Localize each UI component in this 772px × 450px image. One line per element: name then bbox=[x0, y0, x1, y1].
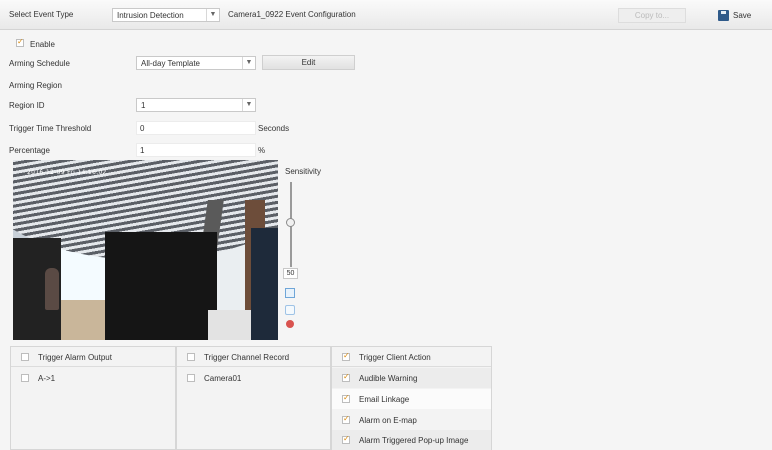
client-action-header-label: Trigger Client Action bbox=[359, 353, 431, 362]
threshold-value: 0 bbox=[140, 124, 145, 133]
event-type-label: Select Event Type bbox=[9, 10, 74, 19]
alarm-output-checkbox[interactable] bbox=[21, 353, 29, 361]
sensitivity-label: Sensitivity bbox=[285, 167, 322, 176]
client-action-item-checkbox[interactable] bbox=[342, 414, 350, 424]
percentage-input[interactable]: 1 bbox=[136, 143, 256, 157]
alarm-output-item-checkbox[interactable] bbox=[21, 374, 29, 382]
region-id-value: 1 bbox=[141, 101, 146, 110]
client-action-panel: Trigger Client Action Audible Warning Em… bbox=[331, 346, 492, 450]
live-preview[interactable]: 2016-12-09 Fri 14:16:02 bbox=[13, 160, 278, 340]
list-item-label: Alarm Triggered Pop-up Image bbox=[359, 436, 469, 445]
threshold-input[interactable]: 0 bbox=[136, 121, 256, 135]
save-button[interactable]: Save bbox=[718, 9, 758, 23]
draw-area-icon[interactable] bbox=[285, 288, 295, 298]
channel-record-header: Trigger Channel Record bbox=[177, 347, 330, 367]
toolbar: Select Event Type Intrusion Detection ▼ … bbox=[0, 0, 772, 30]
enable-checkbox[interactable] bbox=[16, 37, 24, 47]
client-action-checkbox[interactable] bbox=[342, 351, 350, 361]
list-item-label: A->1 bbox=[38, 374, 56, 383]
preview-desk bbox=[61, 300, 111, 340]
region-id-select[interactable]: 1 ▼ bbox=[136, 98, 256, 112]
clear-area-icon[interactable] bbox=[285, 305, 295, 315]
save-icon bbox=[718, 10, 729, 21]
list-item[interactable]: Audible Warning bbox=[332, 368, 491, 388]
threshold-label: Trigger Time Threshold bbox=[9, 124, 92, 133]
list-item[interactable]: Email Linkage bbox=[332, 389, 491, 409]
sensitivity-slider-handle[interactable] bbox=[286, 218, 295, 227]
threshold-unit: Seconds bbox=[258, 124, 290, 133]
config-title: Camera1_0922 Event Configuration bbox=[228, 10, 356, 19]
preview-monitor bbox=[105, 232, 217, 340]
channel-record-item-checkbox[interactable] bbox=[187, 374, 195, 382]
list-item-label: Alarm on E-map bbox=[359, 416, 417, 425]
enable-label: Enable bbox=[30, 40, 55, 49]
client-action-header: Trigger Client Action bbox=[332, 347, 491, 367]
channel-record-panel: Trigger Channel Record Camera01 bbox=[176, 346, 331, 450]
event-type-value: Intrusion Detection bbox=[117, 11, 184, 20]
percentage-label: Percentage bbox=[9, 146, 50, 155]
chevron-down-icon: ▼ bbox=[242, 99, 255, 111]
alarm-output-header-label: Trigger Alarm Output bbox=[38, 353, 112, 362]
percentage-value: 1 bbox=[140, 146, 145, 155]
chevron-down-icon: ▼ bbox=[242, 57, 255, 69]
preview-person bbox=[45, 268, 59, 310]
edit-button[interactable]: Edit bbox=[262, 55, 355, 70]
list-item-label: Email Linkage bbox=[359, 395, 410, 404]
channel-record-header-label: Trigger Channel Record bbox=[204, 353, 290, 362]
list-item-label: Camera01 bbox=[204, 374, 242, 383]
sensitivity-value: 50 bbox=[283, 268, 298, 279]
list-item[interactable]: Alarm Triggered Pop-up Image bbox=[332, 430, 491, 450]
preview-monitor bbox=[251, 228, 278, 340]
region-label: Arming Region bbox=[9, 81, 62, 90]
region-id-label: Region ID bbox=[9, 101, 45, 110]
list-item[interactable]: Camera01 bbox=[177, 368, 330, 388]
channel-record-checkbox[interactable] bbox=[187, 353, 195, 361]
client-action-item-checkbox[interactable] bbox=[342, 372, 350, 382]
copy-to-button[interactable]: Copy to... bbox=[618, 8, 686, 23]
list-item[interactable]: Alarm on E-map bbox=[332, 410, 491, 430]
preview-osd-timestamp: 2016-12-09 Fri 14:16:02 bbox=[27, 169, 107, 176]
save-label: Save bbox=[733, 11, 752, 20]
client-action-item-checkbox[interactable] bbox=[342, 393, 350, 403]
alarm-output-header: Trigger Alarm Output bbox=[11, 347, 175, 367]
schedule-value: All-day Template bbox=[141, 59, 200, 68]
schedule-label: Arming Schedule bbox=[9, 59, 70, 68]
client-action-item-checkbox[interactable] bbox=[342, 434, 350, 444]
schedule-select[interactable]: All-day Template ▼ bbox=[136, 56, 256, 70]
delete-area-icon[interactable] bbox=[286, 320, 294, 328]
list-item[interactable]: A->1 bbox=[11, 368, 175, 388]
percentage-unit: % bbox=[258, 146, 266, 155]
alarm-output-panel: Trigger Alarm Output A->1 bbox=[10, 346, 176, 450]
chevron-down-icon: ▼ bbox=[206, 9, 219, 21]
list-item-label: Audible Warning bbox=[359, 374, 418, 383]
event-type-select[interactable]: Intrusion Detection ▼ bbox=[112, 8, 220, 22]
